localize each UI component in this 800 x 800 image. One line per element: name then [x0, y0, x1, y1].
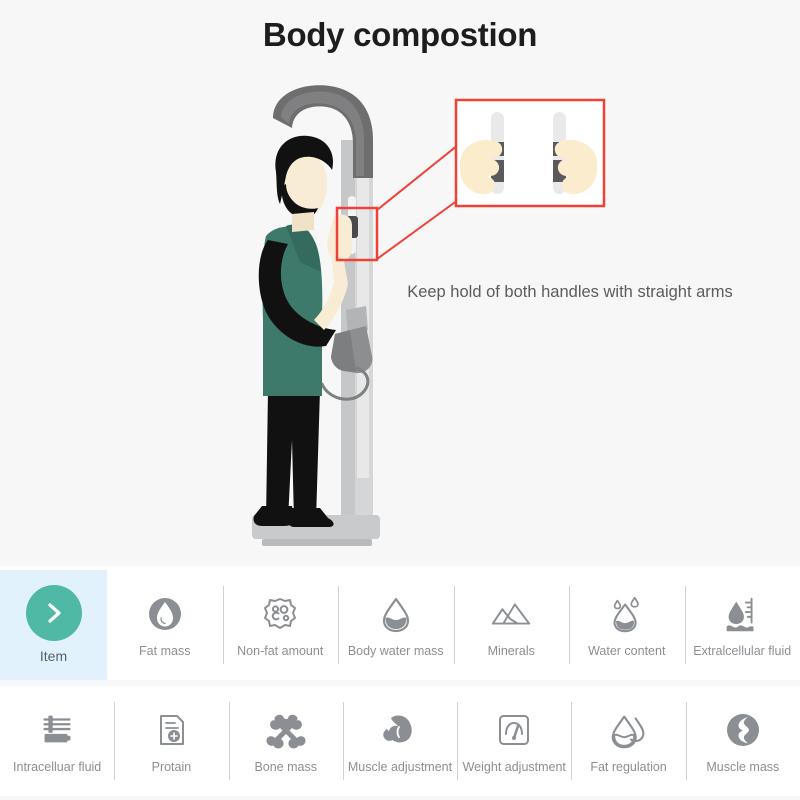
callout-box: [454, 98, 606, 208]
toolbar-item-muscle-adjustment[interactable]: Muscle adjustment: [342, 686, 457, 796]
toolbar-item-label: Extralcellular fluid: [693, 643, 792, 658]
toolbar-item-body-water-mass[interactable]: Body water mass: [338, 570, 454, 680]
metric-row-1: Item Fat mass Non-fat amount Body water …: [0, 570, 800, 680]
person-shoe-back: [253, 506, 294, 526]
body-water-droplet-icon: [374, 592, 418, 636]
toolbar-item-label: Muscle adjustment: [347, 759, 453, 774]
minerals-mountain-icon: [489, 592, 533, 636]
toolbar-item-protein[interactable]: Protain: [114, 686, 228, 796]
metric-row-2: Intracelluar fluid Protain Bone mass Mus…: [0, 686, 800, 796]
toolbar-item-label: Intracelluar fluid: [13, 759, 102, 774]
illustration-panel: Body compostion Keep hold of both handle…: [0, 0, 800, 566]
toolbar-item-label: Non-fat amount: [237, 643, 324, 658]
person-hand: [327, 214, 352, 261]
toolbar-item-label: Bone mass: [254, 759, 317, 774]
bone-mass-icon: [264, 708, 308, 752]
toolbar-item-label: Fat mass: [139, 643, 191, 658]
non-fat-cell-icon: [258, 592, 302, 636]
toolbar-item-item[interactable]: Item: [0, 570, 107, 680]
person-illustration: [253, 135, 352, 527]
toolbar-item-intracellular-fluid[interactable]: Intracelluar fluid: [0, 686, 114, 796]
toolbar-item-label: Weight adjustment: [462, 759, 566, 774]
instruction-text: Keep hold of both handles with straight …: [407, 283, 733, 301]
chevron-right-icon: [25, 585, 82, 642]
water-content-droplet-icon: [605, 592, 649, 636]
person-legs: [266, 390, 320, 520]
muscle-adjustment-icon: [378, 708, 422, 752]
toolbar-item-water-content[interactable]: Water content: [569, 570, 685, 680]
toolbar-item-minerals[interactable]: Minerals: [453, 570, 570, 680]
toolbar-item-label: Fat regulation: [590, 759, 667, 774]
intracellular-fluid-icon: [35, 708, 79, 752]
row-separator-2: [0, 796, 800, 800]
callout-line-bottom: [376, 199, 459, 260]
toolbar-item-label: Protain: [151, 759, 192, 774]
callout-line-top: [376, 144, 459, 211]
toolbar-item-label: Body water mass: [347, 643, 444, 658]
screen: Body compostion Keep hold of both handle…: [0, 0, 800, 800]
toolbar-item-label: Water content: [588, 643, 666, 658]
fat-regulation-droplet-icon: [607, 708, 651, 752]
fat-mass-droplet-icon: [143, 592, 187, 636]
toolbar-item-weight-adjustment[interactable]: Weight adjustment: [457, 686, 571, 796]
toolbar-item-muscle-mass[interactable]: Muscle mass: [685, 686, 800, 796]
toolbar-item-non-fat-amount[interactable]: Non-fat amount: [222, 570, 339, 680]
toolbar-item-label: Muscle mass: [706, 759, 780, 774]
toolbar-item-extracellular-fluid[interactable]: Extralcellular fluid: [684, 570, 800, 680]
person-shoe-front: [288, 508, 334, 527]
toolbar-item-bone-mass[interactable]: Bone mass: [228, 686, 343, 796]
toolbar-item-label: Item: [39, 648, 68, 665]
toolbar-item-fat-regulation[interactable]: Fat regulation: [571, 686, 685, 796]
extracellular-fluid-icon: [720, 592, 764, 636]
protein-document-icon: [149, 708, 193, 752]
toolbar-item-label: Minerals: [487, 643, 535, 658]
toolbar-item-fat-mass[interactable]: Fat mass: [107, 570, 223, 680]
muscle-mass-circle-icon: [721, 708, 765, 752]
weight-adjustment-gauge-icon: [492, 708, 536, 752]
